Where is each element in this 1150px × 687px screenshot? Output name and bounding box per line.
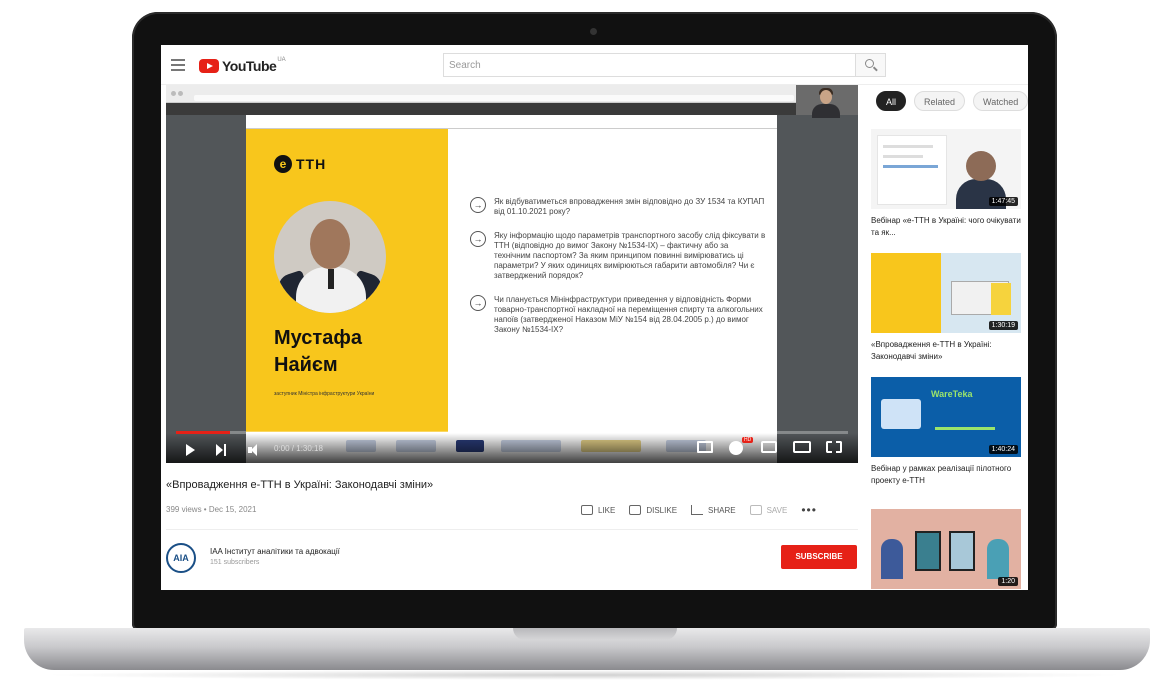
progress-bar[interactable] xyxy=(176,431,848,434)
progress-bar-fill xyxy=(176,431,230,434)
subtitles-icon[interactable] xyxy=(697,441,713,453)
playlist-add-icon xyxy=(749,505,762,515)
next-icon[interactable] xyxy=(216,444,228,456)
theater-mode-icon[interactable] xyxy=(793,441,811,453)
channel-subscriber-count: 151 subscribers xyxy=(210,559,260,566)
speaker-portrait xyxy=(274,201,386,313)
arrow-right-icon: → xyxy=(470,295,486,311)
video-duration: 1:47:45 xyxy=(988,197,1018,206)
presentation-slide: e TTH Мустафа Найєм заступник Міністра і… xyxy=(246,129,777,432)
channel-avatar[interactable]: AIA xyxy=(166,543,196,573)
video-thumbnail[interactable]: WareTeka 1:40:24 xyxy=(871,377,1021,457)
slide-question: → Як відбуватиметься впровадження змін ві… xyxy=(466,197,766,217)
hd-badge: HD xyxy=(742,437,754,443)
embedded-browser-bar xyxy=(166,85,858,103)
youtube-logo[interactable]: YouTube UA xyxy=(199,57,286,74)
chip-related[interactable]: Related xyxy=(914,91,966,111)
webcam-overlay xyxy=(796,85,858,118)
laptop-shadow xyxy=(40,670,1130,680)
ettn-logo: e TTH xyxy=(274,155,326,173)
video-thumbnail[interactable]: 1:30:19 xyxy=(871,253,1021,333)
save-button[interactable]: SAVE xyxy=(749,505,787,515)
slide-speaker-panel: e TTH Мустафа Найєм заступник Міністра і… xyxy=(246,129,448,432)
thumbnail-brand: WareTeka xyxy=(931,389,973,399)
arrow-right-icon: → xyxy=(470,231,486,247)
fullscreen-icon[interactable] xyxy=(826,441,842,453)
filter-chips: All Related Watched xyxy=(876,91,1028,111)
chip-all[interactable]: All xyxy=(876,91,907,111)
recommendation-title[interactable]: Вебінар «е-ТТН в Україні: чого очікувати… xyxy=(871,215,1021,239)
play-icon[interactable] xyxy=(186,444,195,456)
thumbs-down-icon xyxy=(629,505,642,515)
recommendation-title[interactable]: Вебінар у рамках реалізації пілотного пр… xyxy=(871,463,1021,487)
speaker-name: Мустафа Найєм xyxy=(274,327,362,376)
more-options-button[interactable]: ••• xyxy=(801,503,817,517)
video-meta: 399 views • Dec 15, 2021 xyxy=(166,505,257,514)
video-thumbnail[interactable]: 1:47:45 xyxy=(871,129,1021,209)
video-title: «Впровадження е-ТТН в Україні: Законодав… xyxy=(166,479,434,491)
slide-header-strip xyxy=(246,115,777,129)
slide-questions: → Як відбуватиметься впровадження змін ві… xyxy=(466,197,766,349)
browser-screen: YouTube UA Search e TTH Мустафа Найєм за… xyxy=(161,45,1028,590)
arrow-right-icon: → xyxy=(470,197,486,213)
like-button[interactable]: LIKE xyxy=(581,505,615,515)
region-label: UA xyxy=(277,57,286,63)
miniplayer-icon[interactable] xyxy=(761,441,777,453)
time-display: 0:00 / 1:30:18 xyxy=(274,444,323,453)
volume-icon[interactable] xyxy=(248,444,260,456)
video-duration: 1:40:24 xyxy=(988,445,1018,454)
youtube-logo-text: YouTube xyxy=(222,58,277,74)
recommendation-title[interactable]: «Впровадження е-ТТН в Україні: Законодав… xyxy=(871,339,1021,363)
settings-gear-icon[interactable] xyxy=(729,441,743,455)
youtube-play-icon xyxy=(199,59,219,73)
camera-icon xyxy=(590,28,597,35)
search-input[interactable]: Search xyxy=(443,53,856,77)
youtube-header: YouTube UA Search xyxy=(161,45,1028,85)
slide-question: → Яку інформацію щодо параметрів транспор… xyxy=(466,231,766,281)
video-thumbnail[interactable]: 1:20 xyxy=(871,509,1021,589)
video-duration: 1:20 xyxy=(998,577,1018,586)
video-duration: 1:30:19 xyxy=(988,321,1018,330)
player-controls-bar xyxy=(166,433,858,463)
share-button[interactable]: SHARE xyxy=(691,505,736,515)
video-actions: LIKE DISLIKE SHARE SAVE ••• xyxy=(581,503,817,517)
search-button[interactable] xyxy=(856,53,886,77)
speaker-role: заступник Міністра інфраструктури Україн… xyxy=(274,391,375,397)
dislike-button[interactable]: DISLIKE xyxy=(629,505,677,515)
chip-watched[interactable]: Watched xyxy=(973,91,1028,111)
channel-name[interactable]: IAA Інститут аналітики та адвокації xyxy=(210,547,340,556)
video-player[interactable]: e TTH Мустафа Найєм заступник Міністра і… xyxy=(166,85,858,463)
hamburger-menu-icon[interactable] xyxy=(171,59,185,71)
thumbs-up-icon xyxy=(581,505,593,515)
subscribe-button[interactable]: SUBSCRIBE xyxy=(781,545,857,569)
divider xyxy=(166,529,858,530)
embedded-toolbar xyxy=(166,103,858,115)
slide-question: → Чи планується Мінінфраструктури приведе… xyxy=(466,295,766,335)
share-arrow-icon xyxy=(691,505,704,515)
laptop-mockup: YouTube UA Search e TTH Мустафа Найєм за… xyxy=(0,0,1150,687)
laptop-notch xyxy=(513,628,677,640)
